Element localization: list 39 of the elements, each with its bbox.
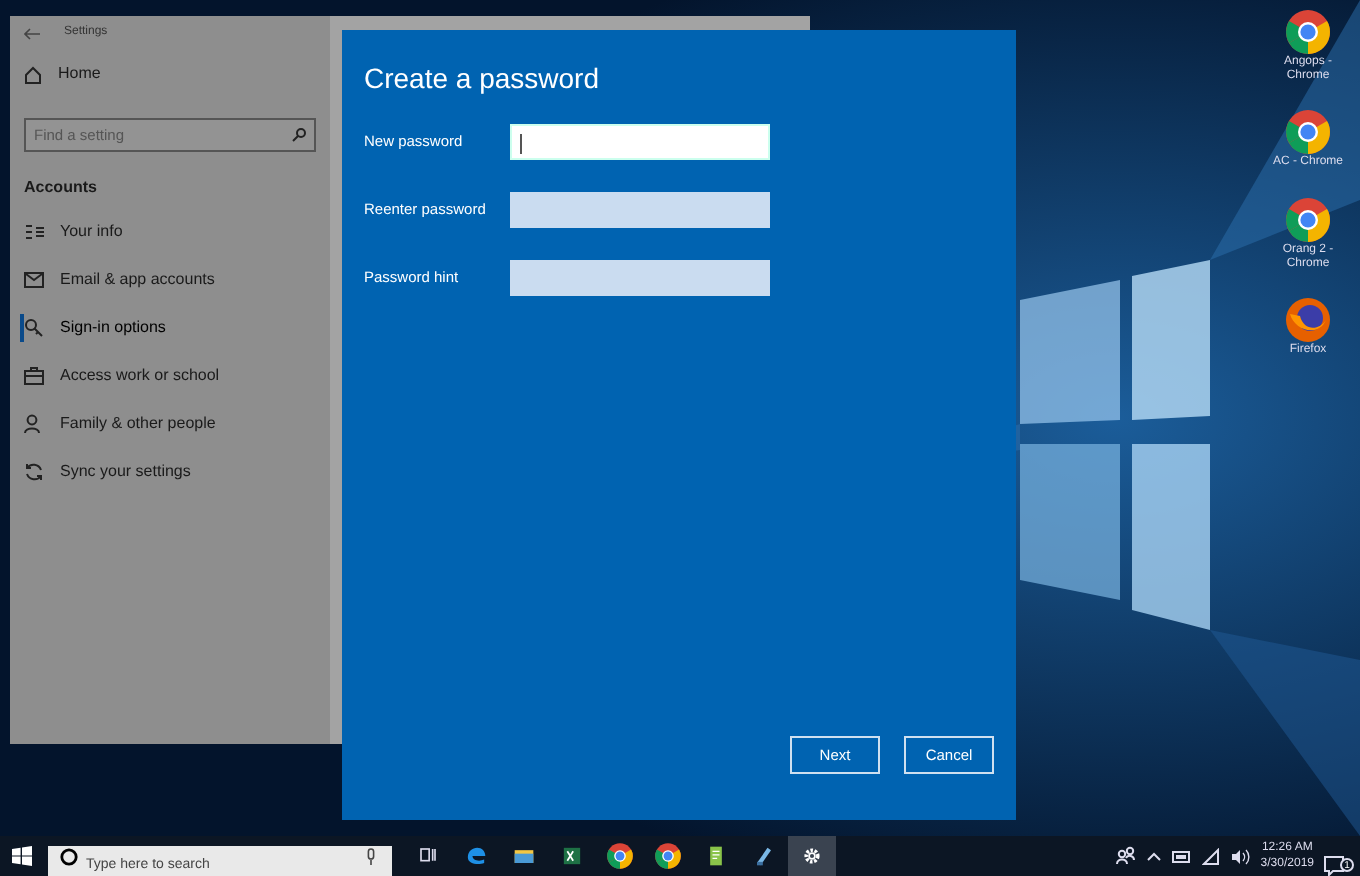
- section-heading: Accounts: [24, 176, 99, 200]
- home-link[interactable]: Home: [58, 62, 101, 86]
- search-icon: [292, 128, 306, 142]
- chrome-icon: [606, 842, 634, 870]
- taskbar-button[interactable]: [788, 836, 836, 876]
- home-icon: [24, 65, 42, 83]
- sync-icon: [24, 462, 44, 482]
- firefox-icon[interactable]: [1284, 295, 1332, 344]
- chrome-icon[interactable]: [1284, 108, 1332, 157]
- nav-item[interactable]: Sign-in options: [60, 316, 166, 340]
- edge-icon: [462, 842, 490, 870]
- people-icon[interactable]: [1116, 846, 1137, 866]
- notification-icon: [1324, 855, 1344, 876]
- nav-item[interactable]: Access work or school: [60, 364, 220, 388]
- network-icon[interactable]: [1202, 847, 1221, 865]
- start-icon[interactable]: [12, 846, 32, 866]
- chevron-up-icon[interactable]: [1146, 850, 1163, 862]
- chrome-icon[interactable]: [1284, 8, 1332, 56]
- nav-item[interactable]: Your info: [60, 220, 123, 244]
- chrome-icon[interactable]: [1284, 195, 1332, 244]
- chrome-icon: [654, 842, 682, 870]
- volume-icon[interactable]: [1230, 847, 1251, 865]
- person-icon: [24, 414, 44, 434]
- dialog-title: Create a password: [364, 60, 602, 98]
- nav-item[interactable]: Sync your settings: [60, 460, 191, 484]
- back-icon[interactable]: [24, 27, 40, 39]
- briefcase-icon: [24, 366, 44, 386]
- password-field[interactable]: [510, 124, 770, 160]
- microphone-icon: [366, 847, 376, 865]
- mail-icon: [24, 270, 44, 290]
- nav-item[interactable]: Email & app accounts: [60, 268, 215, 292]
- spreadsheet-icon: [558, 842, 586, 870]
- battery-icon[interactable]: [1172, 849, 1193, 863]
- info-icon: [24, 222, 44, 242]
- settings-icon: [798, 842, 826, 870]
- password-field[interactable]: [510, 260, 770, 296]
- cortana-icon: [60, 847, 78, 865]
- password-field[interactable]: [510, 192, 770, 228]
- nav-item[interactable]: Family & other people: [60, 412, 216, 436]
